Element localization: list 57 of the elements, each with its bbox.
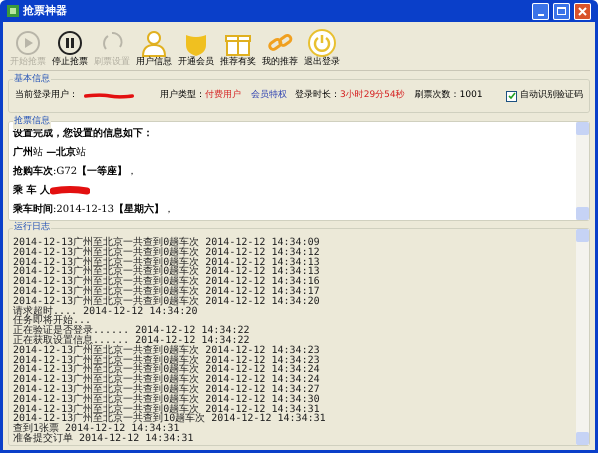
- toolbar-button[interactable]: 停止抢票: [50, 29, 90, 68]
- app-icon: [7, 5, 19, 17]
- toolbar-button[interactable]: 开通会员: [176, 29, 216, 68]
- log-line: 准备提交订单 2014-12-12 14:34:31: [13, 434, 194, 444]
- info-line: 抢购车次:G72【一等座】，: [13, 165, 138, 178]
- log-line: 2014-12-13广州至北京一共查到0趟车次 2014-12-12 14:34:16: [13, 277, 321, 287]
- scrollbar[interactable]: [576, 122, 589, 220]
- scroll-down-button[interactable]: [576, 207, 589, 220]
- pause-icon: [56, 29, 84, 57]
- window-title: 抢票神器: [23, 2, 67, 19]
- checkbox-label: 自动识别验证码: [520, 89, 583, 102]
- log-line: 2014-12-13广州至北京一共查到0趟车次 2014-12-12 14:34:30: [13, 394, 321, 405]
- log-line: 2014-12-13广州至北京一共查到0趟车次 2014-12-12 14:34:09: [13, 238, 321, 248]
- scroll-up-button[interactable]: [576, 229, 589, 242]
- log-line: 正在获取设置信息...... 2014-12-12 14:34:22: [13, 336, 250, 346]
- toolbar-button[interactable]: 退出登录: [302, 29, 342, 68]
- user-icon: [140, 29, 168, 57]
- log-line: 2014-12-13广州至北京一共查到0趟车次 2014-12-12 14:34:24: [13, 375, 321, 385]
- maximize-button[interactable]: [553, 2, 570, 20]
- redaction-mark: [84, 93, 134, 99]
- log-line: 2014-12-13广州至北京一共查到0趟车次 2014-12-12 14:34:31: [13, 404, 320, 414]
- log-line: 查到1张票 2014-12-12 14:34:31: [13, 424, 180, 434]
- group-title: 运行日志: [13, 222, 51, 233]
- count-value: 1001: [460, 89, 483, 102]
- close-button[interactable]: [574, 2, 591, 20]
- log-line: 2014-12-13广州至北京一共查到0趟车次 2014-12-12 14:34:20: [13, 296, 321, 307]
- toolbar-button[interactable]: 推荐有奖: [218, 29, 258, 68]
- scroll-down-button[interactable]: [576, 432, 589, 445]
- info-line: 乘车时间:2014-12-13【星期六】，: [13, 203, 174, 216]
- scroll-up-button[interactable]: [576, 122, 589, 135]
- log-line: 2014-12-13广州至北京一共查到0趟车次 2014-12-12 14:34:13: [13, 258, 321, 268]
- user-label: 当前登录用户：: [15, 89, 78, 102]
- log-line: 2014-12-13广州至北京一共查到0趟车次 2014-12-12 14:34:12: [13, 248, 321, 258]
- close-icon: [578, 6, 587, 16]
- log-line: 2014-12-13广州至北京一共查到0趟车次 2014-12-12 14:34:23: [13, 346, 321, 356]
- toolbar-button[interactable]: 用户信息: [134, 29, 174, 68]
- play-icon: [14, 29, 42, 57]
- log-line: 2014-12-13广州至北京一共查到0趟车次 2014-12-12 14:34:23: [13, 356, 321, 366]
- count-label: 刷票次数：: [414, 89, 460, 102]
- info-line: 乘 车 人: [13, 184, 50, 197]
- minimize-button[interactable]: [532, 2, 549, 20]
- toolbar-button[interactable]: 我的推荐: [260, 29, 300, 68]
- log-line: 请求超时.... 2014-12-12 14:34:20: [13, 306, 198, 316]
- user-type-label: 用户类型：: [160, 89, 205, 102]
- info-line: 广州站 —北京站: [13, 146, 86, 159]
- log-line: 2014-12-13广州至北京一共查到0趟车次 2014-12-12 14:34:17: [13, 286, 321, 297]
- member-link[interactable]: 会员特权: [251, 89, 287, 103]
- log-line: 正在验证是否登录...... 2014-12-12 14:34:22: [13, 326, 251, 336]
- duration-value: 3小时29分54秒: [340, 89, 405, 102]
- checkbox[interactable]: [506, 90, 517, 102]
- user-type-value: 付费用户: [205, 89, 241, 102]
- log-line: 任务即将开始...: [13, 316, 92, 326]
- scrollbar[interactable]: [576, 229, 589, 445]
- log-line: 2014-12-13广州至北京一共查到0趟车次 2014-12-12 14:34:27: [13, 384, 321, 395]
- power-icon: [308, 29, 336, 57]
- duration-label: 登录时长：: [295, 89, 340, 102]
- group-title: 抢票信息: [13, 115, 51, 128]
